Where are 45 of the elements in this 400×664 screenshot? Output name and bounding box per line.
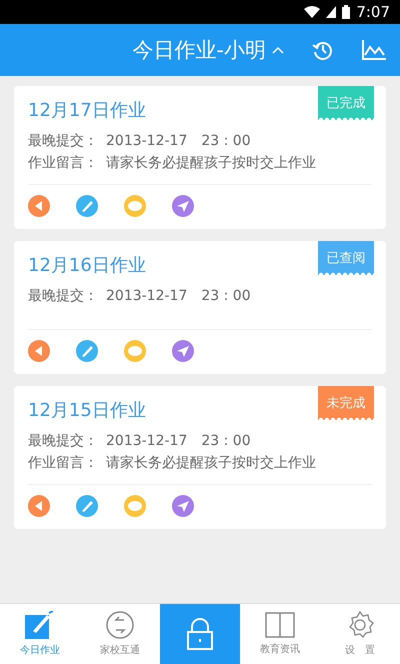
homework-card[interactable]: 12月17日作业 已完成 最晚提交： 2013-12-17 23 : 00 作业留言： 请家长务必提醒孩子按时交上作业	[14, 86, 386, 229]
deadline-value: 2013-12-17 23 : 00	[106, 432, 251, 451]
card-title: 12月17日作业	[28, 99, 146, 122]
nav-tab[interactable]	[160, 604, 240, 664]
chat-icon[interactable]	[124, 340, 146, 362]
pencil-icon[interactable]	[76, 195, 98, 217]
history-icon[interactable]	[312, 39, 334, 61]
chat-icon[interactable]	[124, 195, 146, 217]
deadline-value: 2013-12-17 23 : 00	[106, 132, 251, 151]
note-label: 作业留言：	[28, 154, 98, 173]
status-badge: 已查阅	[318, 241, 374, 275]
homework-card[interactable]: 12月15日作业 未完成 最晚提交： 2013-12-17 23 : 00 作业留言： 请家长务必提醒孩子按时交上作业	[14, 386, 386, 529]
note-text: 请家长务必提醒孩子按时交上作业	[106, 454, 316, 473]
exchange-icon	[106, 611, 134, 639]
note-text: 请家长务必提醒孩子按时交上作业	[106, 154, 316, 173]
status-badge: 已完成	[318, 86, 374, 120]
clock-time: 7:07	[356, 3, 390, 21]
note-label: 作业留言：	[28, 454, 98, 473]
book-icon	[265, 612, 295, 638]
deadline-label: 最晚提交：	[28, 432, 98, 451]
deadline-label: 最晚提交：	[28, 287, 98, 306]
caret-icon[interactable]	[272, 46, 284, 54]
nav-tab[interactable]: 教育资讯	[240, 604, 320, 664]
pencil-icon[interactable]	[76, 340, 98, 362]
nav-tab[interactable]: 设 置	[320, 604, 400, 664]
homework-card[interactable]: 12月16日作业 已查阅 最晚提交： 2013-12-17 23 : 00	[14, 241, 386, 374]
battery-icon	[342, 5, 350, 19]
deadline-label: 最晚提交：	[28, 132, 98, 151]
wifi-icon	[304, 6, 320, 18]
send-icon[interactable]	[172, 195, 194, 217]
edit-icon	[25, 611, 55, 639]
deadline-value: 2013-12-17 23 : 00	[106, 287, 251, 306]
lock-icon	[185, 618, 215, 650]
nav-tab[interactable]: 家校互通	[80, 604, 160, 664]
status-badge: 未完成	[318, 386, 374, 420]
send-icon[interactable]	[172, 340, 194, 362]
chat-icon[interactable]	[124, 495, 146, 517]
card-title: 12月15日作业	[28, 399, 146, 422]
card-title: 12月16日作业	[28, 254, 146, 277]
page-title[interactable]: 今日作业-小明	[132, 36, 266, 64]
signal-icon	[326, 6, 336, 18]
pencil-icon[interactable]	[76, 495, 98, 517]
nav-tab[interactable]: 今日作业	[0, 604, 80, 664]
send-icon[interactable]	[172, 495, 194, 517]
chart-icon[interactable]	[362, 40, 386, 60]
